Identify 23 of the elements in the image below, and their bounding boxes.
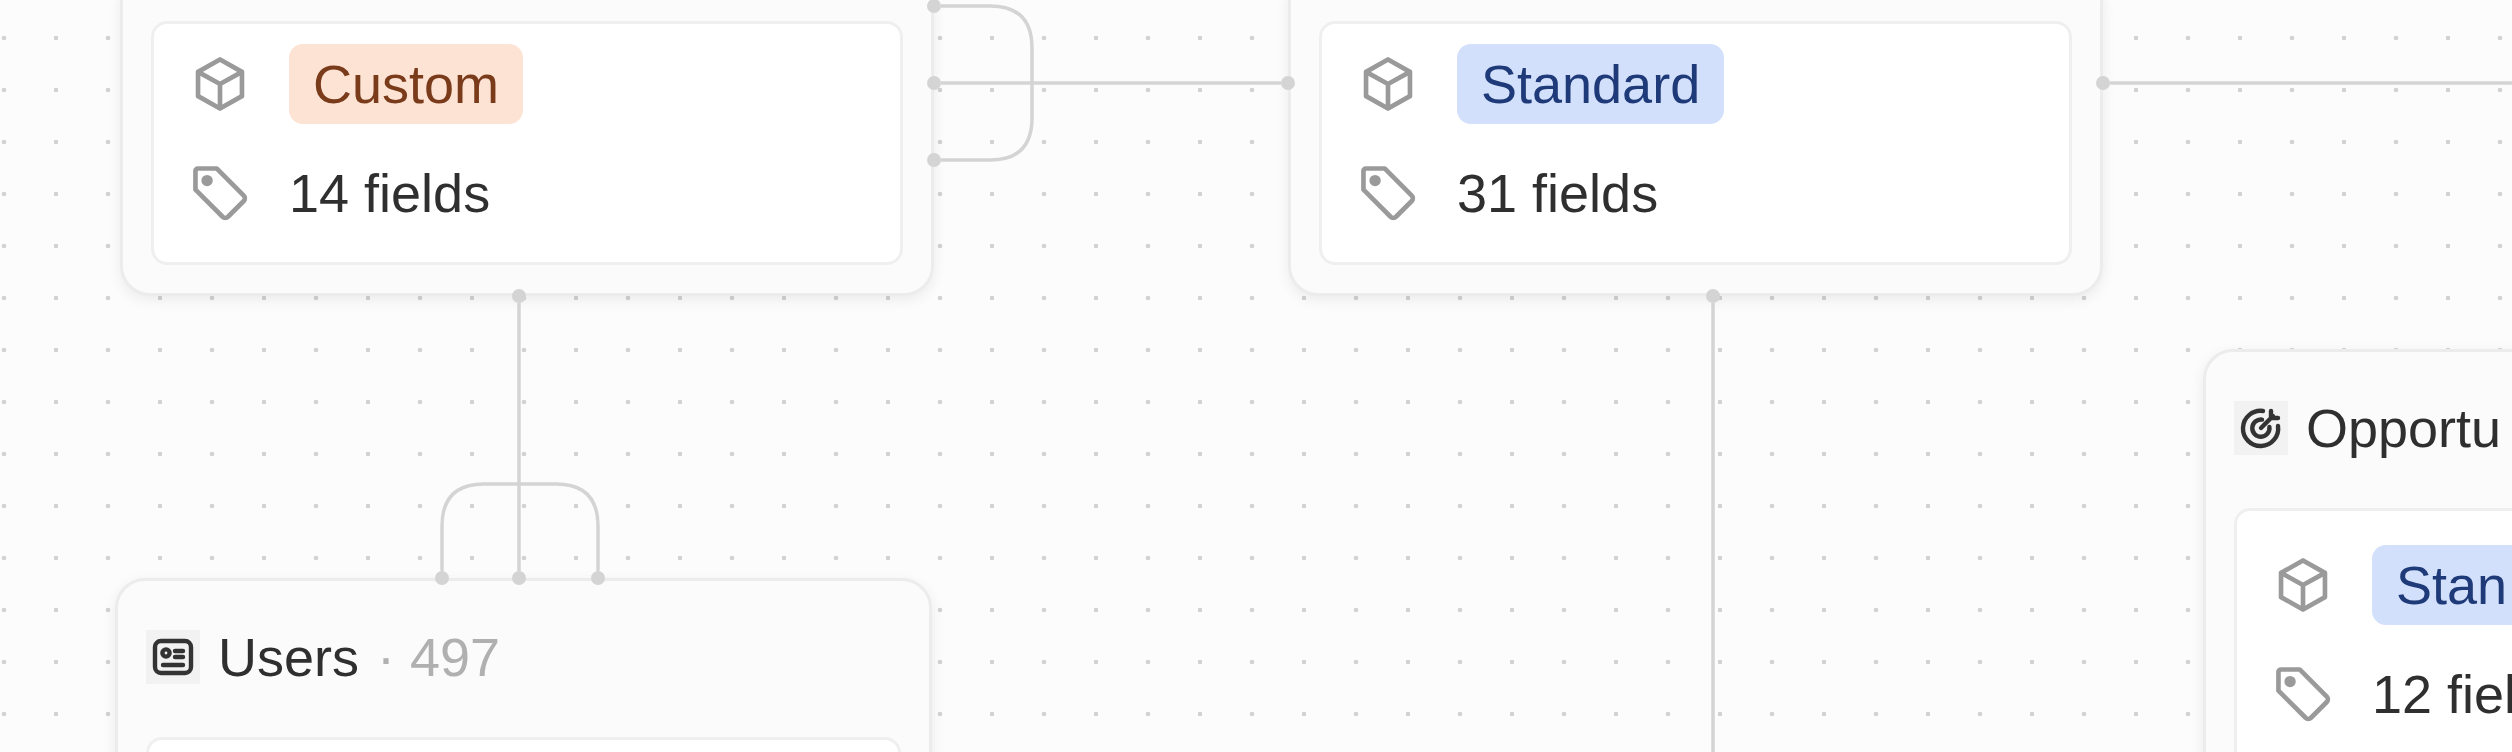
connection-handle[interactable]: [1281, 76, 1295, 90]
node-title: Users: [218, 626, 359, 688]
connection-handle[interactable]: [435, 571, 449, 585]
field-count: 31 fields: [1457, 165, 1659, 221]
field-count: 12 fiel: [2372, 666, 2512, 722]
connection-handle[interactable]: [512, 289, 526, 303]
connection-handle[interactable]: [927, 76, 941, 90]
table-node[interactable]: Standard 31 fields: [1288, 0, 2103, 296]
connection-handle[interactable]: [512, 571, 526, 585]
table-node[interactable]: Custom 14 fields: [120, 0, 934, 296]
field-count: 14 fields: [289, 165, 491, 221]
connection-handle[interactable]: [927, 153, 941, 167]
connection-handle[interactable]: [927, 0, 941, 13]
node-title: Opportu: [2306, 397, 2502, 459]
record-count: · 497: [377, 626, 501, 688]
type-badge: Stan: [2372, 545, 2512, 625]
table-node[interactable]: Opportu Stan 12 fiel: [2203, 349, 2512, 752]
connection-handle[interactable]: [2096, 76, 2110, 90]
type-badge: Custom: [289, 44, 524, 124]
table-node[interactable]: Users · 497: [115, 578, 932, 752]
type-badge: Standard: [1457, 44, 1725, 124]
connection-handle[interactable]: [591, 571, 605, 585]
connection-handle[interactable]: [1706, 289, 1720, 303]
